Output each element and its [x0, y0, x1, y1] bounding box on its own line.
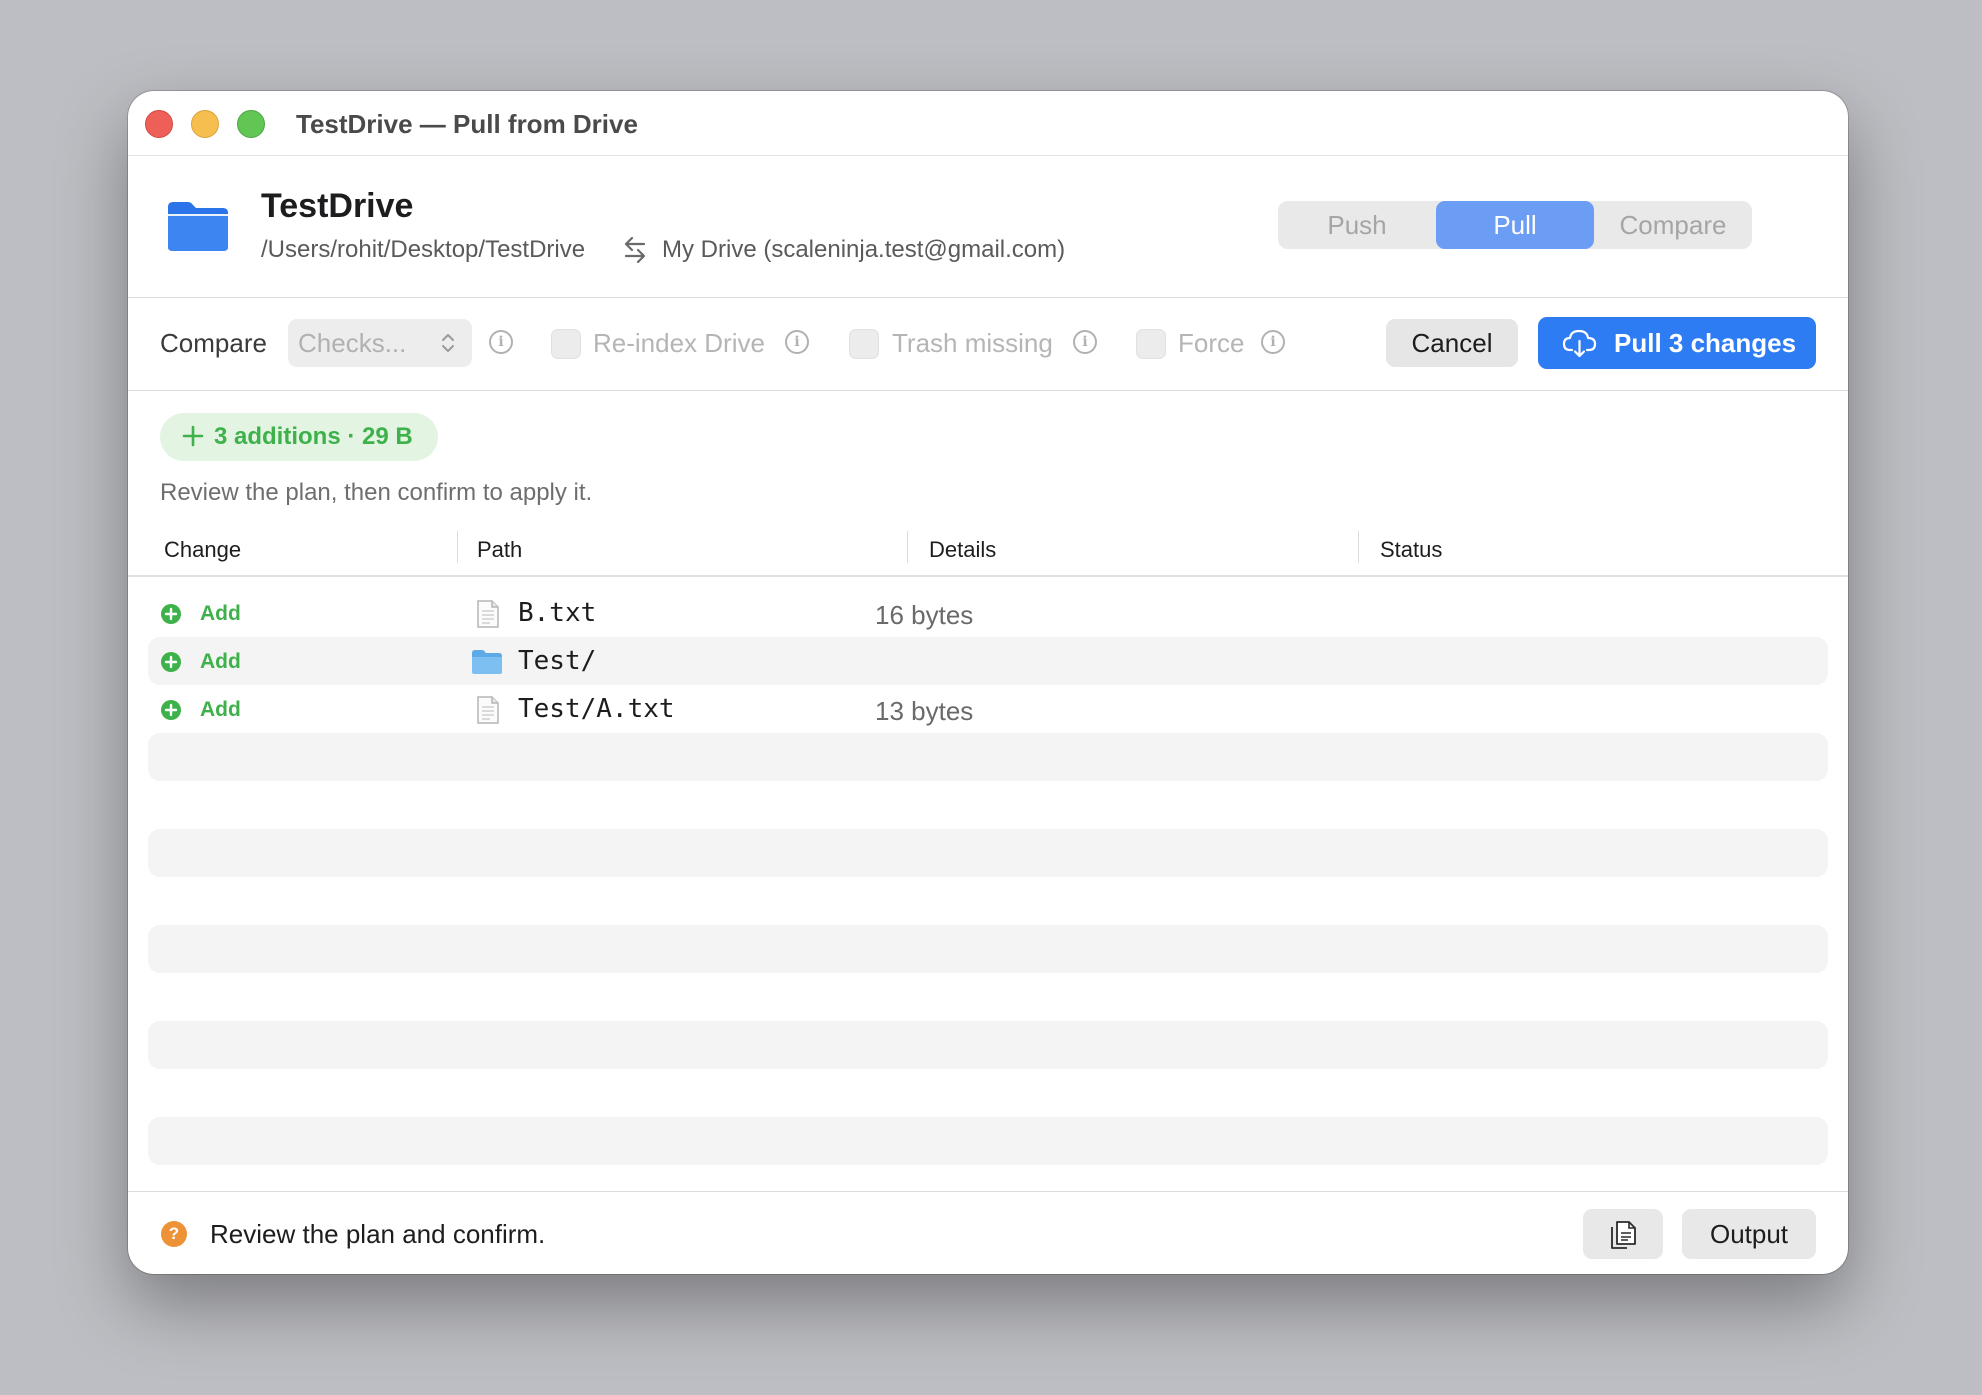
compare-select[interactable]: Checks... [288, 319, 472, 367]
plan-hint: Review the plan, then confirm to apply i… [160, 479, 593, 506]
folder-icon [472, 650, 502, 674]
empty-row [148, 925, 1828, 973]
table-row[interactable]: Add Test/A.txt 13 bytes [148, 685, 1828, 733]
remote-drive: My Drive (scaleninja.test@gmail.com) [662, 236, 1066, 263]
column-details[interactable]: Details [929, 537, 996, 563]
trash-missing-label: Trash missing [892, 328, 1053, 358]
pull-changes-button[interactable]: Pull 3 changes [1538, 317, 1816, 369]
reindex-label: Re-index Drive [593, 328, 765, 358]
force-info-icon[interactable]: i [1261, 330, 1285, 354]
document-icon [477, 696, 499, 724]
empty-row [148, 1021, 1828, 1069]
column-divider[interactable] [457, 531, 458, 563]
copy-icon [1611, 1221, 1636, 1249]
chevron-up-down-icon [442, 334, 454, 352]
mode-segmented-control: Push Pull Compare [1278, 201, 1752, 249]
reindex-info-icon[interactable]: i [785, 330, 809, 354]
pull-changes-label: Pull 3 changes [1614, 327, 1797, 358]
force-label: Force [1178, 328, 1245, 358]
question-circle-icon: ? [161, 1221, 187, 1247]
empty-row [148, 733, 1828, 781]
trash-missing-checkbox[interactable] [849, 329, 879, 359]
pull-window: TestDrive — Pull from Drive TestDrive /U… [128, 91, 1848, 1274]
reindex-checkbox[interactable] [551, 329, 581, 359]
row-path: Test/A.txt [518, 694, 675, 724]
local-path: /Users/rohit/Desktop/TestDrive [261, 236, 586, 263]
cloud-download-icon [1562, 329, 1597, 358]
empty-row [148, 1117, 1828, 1165]
row-details: 16 bytes [875, 600, 974, 630]
trash-info-icon[interactable]: i [1073, 330, 1097, 354]
plus-circle-icon [161, 700, 181, 720]
output-button[interactable]: Output [1682, 1209, 1816, 1259]
project-name: TestDrive [261, 187, 414, 225]
folder-icon [168, 202, 228, 251]
additions-summary: 3 additions · 29 B [214, 423, 413, 450]
additions-badge: 3 additions · 29 B [160, 413, 438, 461]
status-message: Review the plan and confirm. [210, 1219, 546, 1249]
compare-select-value: Checks... [298, 327, 407, 358]
minimize-window-button[interactable] [191, 110, 219, 138]
title-bar: TestDrive — Pull from Drive [128, 91, 1848, 156]
zoom-window-button[interactable] [237, 110, 265, 138]
compare-label: Compare [160, 328, 267, 358]
cancel-button[interactable]: Cancel [1386, 319, 1518, 367]
row-path: B.txt [518, 598, 597, 628]
column-divider[interactable] [907, 531, 908, 563]
table-header: Change Path Details Status [128, 523, 1848, 577]
plus-icon [182, 425, 204, 447]
options-toolbar: Compare Checks... i Re-index Drive i Tra… [128, 297, 1848, 391]
change-type: Add [200, 602, 241, 625]
swap-arrows-icon [624, 236, 646, 264]
table-row[interactable]: Add B.txt 16 bytes [148, 589, 1828, 637]
copy-button[interactable] [1583, 1209, 1663, 1259]
plus-circle-icon [161, 604, 181, 624]
force-checkbox[interactable] [1136, 329, 1166, 359]
plus-circle-icon [161, 652, 181, 672]
tab-push[interactable]: Push [1278, 201, 1436, 249]
window-title: TestDrive — Pull from Drive [296, 109, 638, 139]
empty-row [148, 829, 1828, 877]
change-type: Add [200, 698, 241, 721]
row-path: Test/ [518, 646, 597, 676]
column-path[interactable]: Path [477, 537, 522, 563]
row-details: 13 bytes [875, 696, 974, 726]
change-type: Add [200, 650, 241, 673]
tab-pull[interactable]: Pull [1436, 201, 1594, 249]
status-footer: ? Review the plan and confirm. Output [128, 1191, 1848, 1274]
column-status[interactable]: Status [1380, 537, 1442, 563]
table-row[interactable]: Add Test/ [148, 637, 1828, 685]
column-change[interactable]: Change [164, 537, 241, 563]
compare-info-icon[interactable]: i [489, 330, 513, 354]
project-header: TestDrive /Users/rohit/Desktop/TestDrive… [128, 155, 1848, 298]
document-icon [477, 600, 499, 628]
column-divider[interactable] [1358, 531, 1359, 563]
tab-compare[interactable]: Compare [1594, 201, 1752, 249]
close-window-button[interactable] [145, 110, 173, 138]
